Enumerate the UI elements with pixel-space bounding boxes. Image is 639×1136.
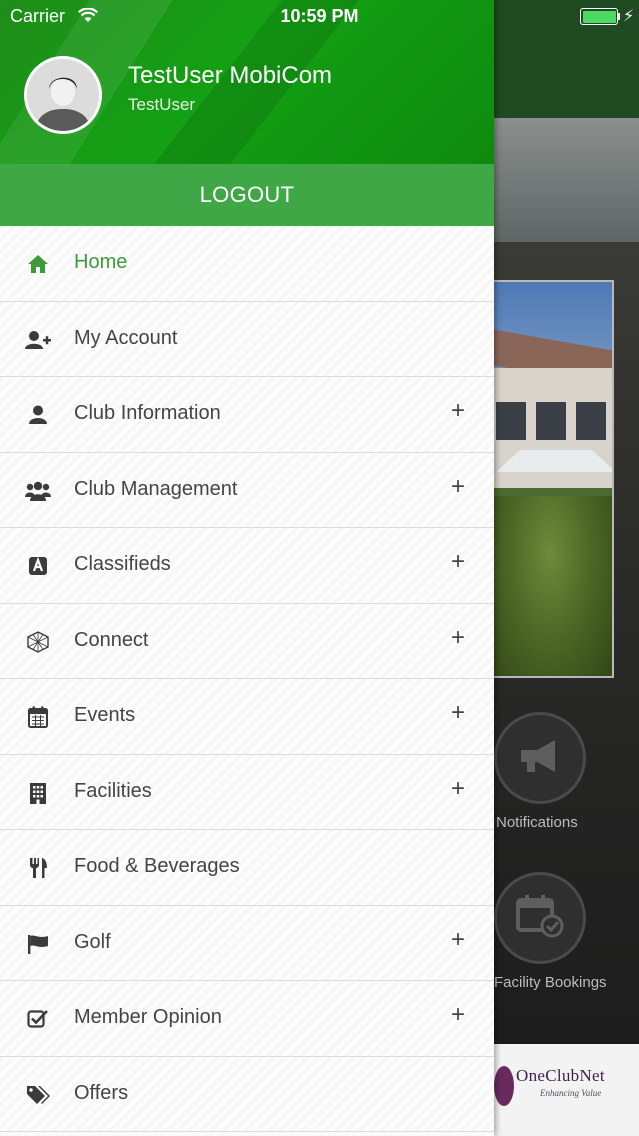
calendar-icon <box>24 705 52 729</box>
footer-logo-area: OneClubNet Enhancing Value <box>494 1044 639 1136</box>
expand-icon[interactable]: + <box>446 473 470 501</box>
footer-logo-tagline: Enhancing Value <box>540 1088 602 1098</box>
logout-button[interactable]: LOGOUT <box>0 164 494 226</box>
tags-icon <box>24 1083 52 1107</box>
menu-item-label: Connect <box>74 628 149 651</box>
status-time: 10:59 PM <box>280 6 359 26</box>
user-name: TestUser MobiCom <box>128 62 333 89</box>
facility-bookings-tile[interactable] <box>494 872 586 964</box>
menu-item-label: Home <box>74 251 128 273</box>
menu-item-food-beverages[interactable]: Food & Beverages <box>0 830 494 906</box>
user-add-icon <box>24 328 52 352</box>
menu-item-label: Food & Beverages <box>74 855 240 877</box>
menu-item-connect[interactable]: Connect + <box>0 603 494 679</box>
classifieds-icon <box>24 554 52 578</box>
club-photo[interactable] <box>486 280 614 678</box>
background-banner <box>494 118 639 242</box>
cutlery-icon <box>24 856 52 880</box>
menu-item-label: Golf <box>74 930 111 953</box>
connect-icon <box>24 630 52 654</box>
menu-item-club-management[interactable]: Club Management + <box>0 452 494 528</box>
expand-icon[interactable]: + <box>446 397 470 425</box>
expand-icon[interactable]: + <box>446 775 470 803</box>
menu-item-member-opinion[interactable]: Member Opinion + <box>0 981 494 1057</box>
menu-item-label: My Account <box>74 326 178 349</box>
menu-item-home[interactable]: Home <box>0 226 494 302</box>
menu-item-my-account[interactable]: My Account <box>0 301 494 377</box>
menu-item-classifieds[interactable]: Classifieds + <box>0 528 494 604</box>
status-bar: Carrier 10:59 PM ⚡ <box>0 0 639 34</box>
user-icon <box>24 403 52 427</box>
checkbox-icon <box>24 1007 52 1031</box>
expand-icon[interactable]: + <box>446 548 470 576</box>
battery-tip <box>618 13 620 20</box>
menu-item-facilities[interactable]: Facilities + <box>0 754 494 830</box>
charging-icon: ⚡ <box>623 8 635 25</box>
menu-item-label: Club Information <box>74 402 221 424</box>
menu-item-events[interactable]: Events + <box>0 679 494 755</box>
expand-icon[interactable]: + <box>446 1001 470 1029</box>
home-icon <box>24 252 52 276</box>
users-group-icon <box>24 479 52 503</box>
notifications-tile[interactable] <box>494 712 586 804</box>
menu-item-label: Member Opinion <box>74 1006 222 1028</box>
menu-item-club-information[interactable]: Club Information + <box>0 377 494 453</box>
building-icon <box>24 781 52 805</box>
menu-item-label: Club Management <box>74 477 238 500</box>
menu-item-offers[interactable]: Offers <box>0 1056 494 1132</box>
avatar[interactable] <box>24 56 102 134</box>
facility-bookings-label: Facility Bookings <box>494 974 607 991</box>
expand-icon[interactable]: + <box>446 699 470 727</box>
user-handle: TestUser <box>128 95 196 114</box>
megaphone-icon <box>515 736 565 781</box>
calendar-check-icon <box>514 892 566 945</box>
menu-item-label: Events <box>74 704 136 726</box>
oneclubnet-logo-icon <box>494 1066 514 1106</box>
expand-icon[interactable]: + <box>446 926 470 954</box>
footer-logo-name: OneClubNet <box>516 1066 605 1085</box>
menu-item-label: Facilities <box>74 779 152 802</box>
drawer-menu: Home My Account Club Information + Club … <box>0 226 494 1132</box>
menu-item-label: Classifieds <box>74 553 171 575</box>
expand-icon[interactable]: + <box>446 624 470 652</box>
battery-icon <box>580 8 618 25</box>
menu-item-label: Offers <box>74 1081 129 1104</box>
notifications-label: Notifications <box>496 814 578 831</box>
flag-icon <box>24 932 52 956</box>
menu-item-golf[interactable]: Golf + <box>0 905 494 981</box>
navigation-drawer: TestUser MobiCom TestUser LOGOUT Home My… <box>0 0 494 1136</box>
